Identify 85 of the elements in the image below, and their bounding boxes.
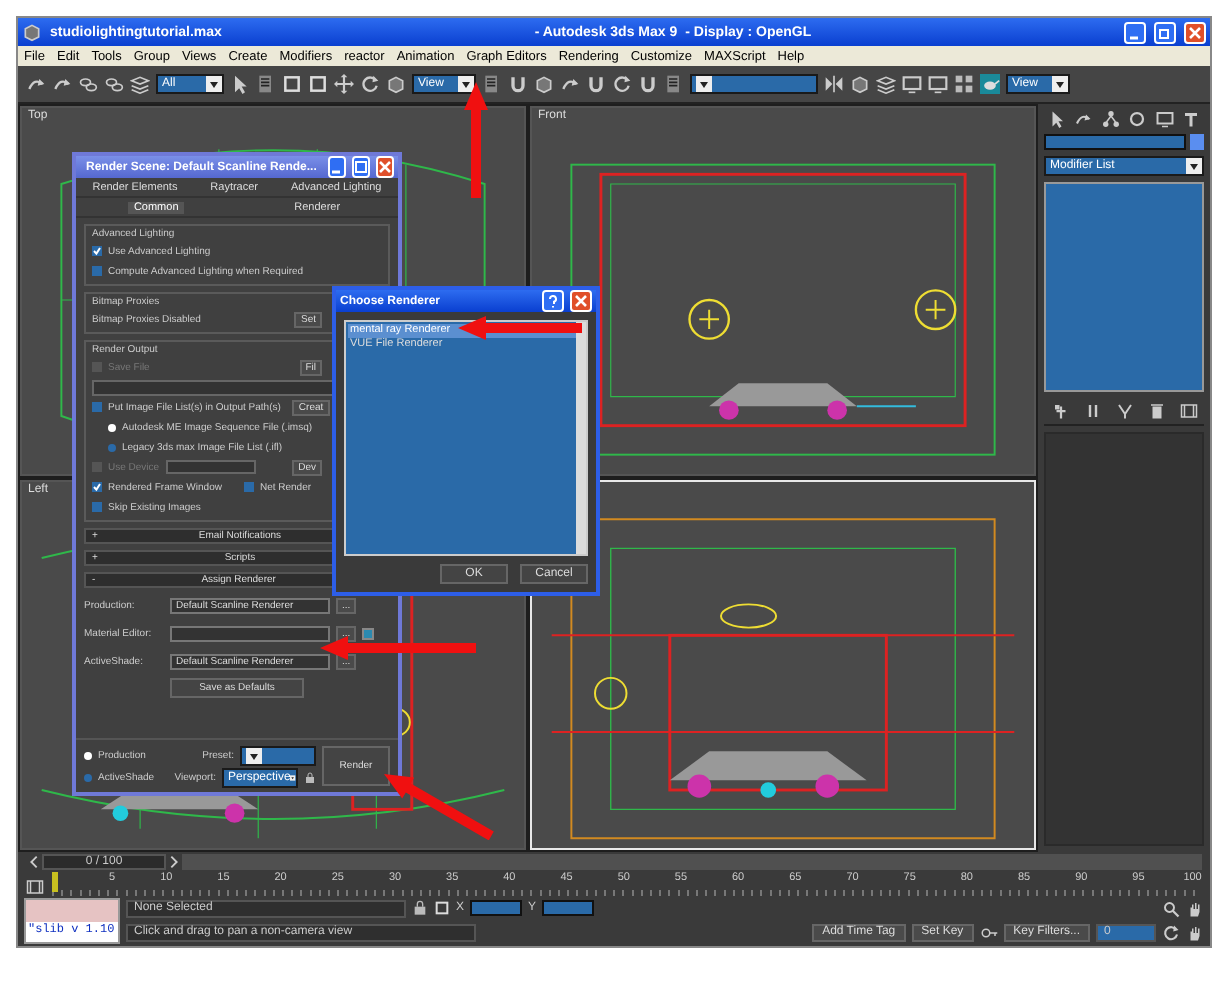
film-icon[interactable]	[26, 878, 44, 896]
help-button[interactable]	[542, 290, 564, 312]
restore-icon	[1158, 25, 1173, 39]
minimize-button[interactable]	[1124, 21, 1147, 43]
lock-toggle-button[interactable]	[362, 627, 375, 639]
hierarchy-icon[interactable]	[1101, 110, 1120, 128]
magnet-icon[interactable]	[586, 74, 606, 94]
minimize-button[interactable]	[328, 156, 347, 178]
magnet-icon[interactable]	[508, 74, 528, 94]
maximize-button[interactable]	[352, 156, 371, 178]
circular-arrow-icon[interactable]	[360, 74, 380, 94]
pin-icon[interactable]	[1051, 402, 1069, 420]
dropdown-arrow-icon	[458, 76, 474, 92]
restore-button[interactable]	[1154, 21, 1177, 43]
square-icon[interactable]	[308, 74, 328, 94]
square-icon[interactable]	[434, 900, 450, 916]
stack-icon[interactable]	[130, 74, 150, 94]
name-field[interactable]	[1044, 134, 1186, 150]
zoom-icon[interactable]	[1162, 899, 1180, 917]
selection-set-dropdown[interactable]	[690, 74, 818, 94]
close-button[interactable]	[376, 156, 395, 178]
pause-icon[interactable]	[1083, 402, 1101, 420]
list-icon[interactable]	[256, 74, 276, 94]
callout-arrow	[458, 316, 582, 340]
radio-button[interactable]	[84, 751, 92, 759]
cursor-icon[interactable]	[1048, 110, 1066, 128]
chevron-right-icon[interactable]	[166, 853, 182, 869]
mirror-icon[interactable]	[824, 74, 844, 94]
monitor-icon[interactable]	[902, 74, 922, 94]
cross-arrows-icon[interactable]	[334, 74, 354, 94]
callout-arrow	[464, 82, 488, 198]
curved-arrow-icon[interactable]	[1074, 110, 1093, 128]
cube-icon	[22, 22, 42, 42]
hand-icon[interactable]	[1186, 899, 1204, 917]
monitor-icon[interactable]	[1155, 110, 1174, 128]
chevron-left-icon[interactable]	[26, 853, 42, 869]
teapot-icon[interactable]	[980, 74, 1000, 94]
radio-button[interactable]	[108, 443, 116, 451]
hand-icon[interactable]	[1186, 923, 1204, 941]
close-icon	[378, 160, 393, 174]
square-icon[interactable]	[282, 74, 302, 94]
x-field[interactable]	[470, 900, 523, 916]
cube-icon[interactable]	[386, 74, 406, 94]
curved-arrow-icon[interactable]	[560, 74, 580, 94]
circle-icon[interactable]	[1128, 110, 1147, 128]
monitor-icon[interactable]	[928, 74, 948, 94]
dropdown-arrow-icon	[696, 76, 712, 92]
circular-arrow-icon[interactable]	[612, 74, 632, 94]
lock-icon[interactable]	[304, 771, 316, 783]
maximize-icon	[354, 160, 369, 174]
close-button[interactable]	[1184, 21, 1207, 43]
checkbox[interactable]	[92, 482, 102, 492]
grid-icon[interactable]	[954, 74, 974, 94]
trash-icon[interactable]	[1147, 402, 1165, 420]
radio-button[interactable]	[84, 773, 92, 781]
time-marker	[52, 872, 58, 892]
list-icon[interactable]	[664, 74, 684, 94]
radio-button[interactable]	[108, 423, 116, 431]
preset-dropdown[interactable]	[240, 745, 316, 765]
checkbox[interactable]	[92, 246, 102, 256]
callout-arrow	[384, 774, 494, 841]
fork-icon[interactable]	[1115, 402, 1133, 420]
lock-icon[interactable]	[412, 900, 428, 916]
color-swatch[interactable]	[1190, 134, 1204, 150]
hammer-icon[interactable]	[1181, 110, 1200, 128]
cube-icon[interactable]	[534, 74, 554, 94]
help-icon	[546, 294, 560, 308]
cube-icon[interactable]	[850, 74, 870, 94]
dropdown-arrow-icon	[206, 76, 222, 92]
list-icon[interactable]	[482, 74, 502, 94]
y-field[interactable]	[542, 900, 595, 916]
stack-icon[interactable]	[876, 74, 896, 94]
cursor-icon[interactable]	[230, 74, 250, 94]
film-icon[interactable]	[1179, 402, 1197, 420]
close-icon	[574, 294, 588, 308]
close-icon	[1188, 25, 1203, 39]
magnet-icon[interactable]	[638, 74, 658, 94]
circular-arrow-icon[interactable]	[1162, 923, 1180, 941]
device-field[interactable]	[165, 460, 256, 474]
close-button[interactable]	[570, 290, 592, 312]
scrollbar[interactable]	[576, 322, 586, 554]
dropdown-arrow-icon	[246, 747, 262, 763]
dropdown-arrow-icon	[1052, 76, 1068, 92]
dropdown-arrow-icon	[1186, 158, 1202, 174]
key-icon[interactable]	[979, 923, 998, 941]
